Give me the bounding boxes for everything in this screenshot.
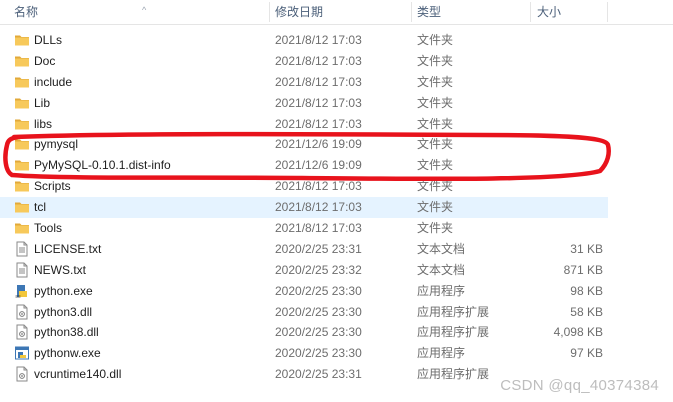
file-modified-date: 2020/2/25 23:30 <box>275 304 362 319</box>
file-type: 应用程序扩展 <box>417 367 490 382</box>
text-file-icon <box>14 262 30 278</box>
folder-icon <box>14 116 30 132</box>
file-list: DLLs 2021/8/12 17:03 文件夹 Doc 2021/8/12 17:03… <box>0 30 673 385</box>
column-header-type[interactable]: 类型 <box>411 0 530 24</box>
file-name: Lib <box>34 95 51 110</box>
file-type: 应用程序扩展 <box>417 304 490 319</box>
file-modified-date: 2020/2/25 23:30 <box>275 325 362 340</box>
column-header-bar: 名称 ^ 修改日期 类型 大小 <box>0 0 673 25</box>
watermark: CSDN @qq_40374384 <box>500 377 659 394</box>
file-row[interactable]: python3.dll 2020/2/25 23:30 应用程序扩展 58 KB <box>0 302 608 323</box>
python-exe-icon <box>14 283 30 299</box>
file-name: pythonw.exe <box>34 346 101 361</box>
file-type: 应用程序 <box>417 283 466 298</box>
file-name: python.exe <box>34 283 93 298</box>
file-row[interactable]: python.exe 2020/2/25 23:30 应用程序 98 KB <box>0 281 608 302</box>
file-modified-date: 2021/8/12 17:03 <box>275 221 362 236</box>
file-size: 98 KB <box>570 283 603 298</box>
file-size: 58 KB <box>570 304 603 319</box>
column-header-date-label: 修改日期 <box>275 5 324 19</box>
file-modified-date: 2020/2/25 23:31 <box>275 241 362 256</box>
file-type: 文本文档 <box>417 262 466 277</box>
folder-row[interactable]: include 2021/8/12 17:03 文件夹 <box>0 72 608 93</box>
column-header-size-label: 大小 <box>537 5 562 19</box>
file-size: 31 KB <box>570 241 603 256</box>
folder-row[interactable]: Lib 2021/8/12 17:03 文件夹 <box>0 93 608 114</box>
file-row[interactable]: pythonw.exe 2020/2/25 23:30 应用程序 97 KB <box>0 343 608 364</box>
file-name: python38.dll <box>34 325 99 340</box>
column-header-name[interactable]: 名称 ^ <box>8 0 271 24</box>
pythonw-exe-icon <box>14 345 30 361</box>
dll-file-icon <box>14 366 30 382</box>
folder-icon <box>14 74 30 90</box>
file-modified-date: 2020/2/25 23:31 <box>275 367 362 382</box>
column-header-size[interactable]: 大小 <box>531 0 607 24</box>
file-type: 文件夹 <box>417 95 454 110</box>
folder-row[interactable]: DLLs 2021/8/12 17:03 文件夹 <box>0 30 608 51</box>
sort-ascending-icon: ^ <box>142 5 147 15</box>
dll-file-icon <box>14 304 30 320</box>
file-size <box>530 30 603 51</box>
column-header-name-label: 名称 <box>14 5 39 19</box>
file-modified-date: 2020/2/25 23:32 <box>275 262 362 277</box>
file-name: Tools <box>34 221 63 236</box>
file-type: 应用程序 <box>417 346 466 361</box>
file-type: 文本文档 <box>417 241 466 256</box>
file-modified-date: 2021/8/12 17:03 <box>275 53 362 68</box>
file-name: python3.dll <box>34 304 93 319</box>
file-size: 871 KB <box>563 262 603 277</box>
file-size: 97 KB <box>570 346 603 361</box>
column-divider[interactable] <box>607 2 608 22</box>
file-type: 文件夹 <box>417 53 454 68</box>
file-name: Doc <box>34 53 56 68</box>
file-row[interactable]: LICENSE.txt 2020/2/25 23:31 文本文档 31 KB <box>0 239 608 260</box>
file-name: tcl <box>34 200 46 215</box>
file-size <box>530 197 603 218</box>
file-name: DLLs <box>34 33 63 47</box>
text-file-icon <box>14 241 30 257</box>
red-annotation-outline <box>3 131 611 182</box>
file-type: 应用程序扩展 <box>417 325 490 340</box>
file-type: 文件夹 <box>417 74 454 89</box>
folder-icon <box>14 199 30 215</box>
file-row[interactable]: python38.dll 2020/2/25 23:30 应用程序扩展 4,098 K… <box>0 322 608 343</box>
dll-file-icon <box>14 324 30 340</box>
file-size <box>530 72 603 93</box>
file-name: NEWS.txt <box>34 262 87 277</box>
file-type: 文件夹 <box>417 200 454 215</box>
folder-row[interactable]: Tools 2021/8/12 17:03 文件夹 <box>0 218 608 239</box>
column-header-type-label: 类型 <box>417 5 442 19</box>
folder-icon <box>14 32 30 48</box>
file-row[interactable]: NEWS.txt 2020/2/25 23:32 文本文档 871 KB <box>0 260 608 281</box>
file-modified-date: 2021/8/12 17:03 <box>275 74 362 89</box>
file-modified-date: 2020/2/25 23:30 <box>275 346 362 361</box>
folder-icon <box>14 53 30 69</box>
file-size <box>530 93 603 114</box>
file-type: 文件夹 <box>417 33 454 47</box>
file-size <box>530 218 603 239</box>
file-modified-date: 2020/2/25 23:30 <box>275 283 362 298</box>
folder-icon <box>14 95 30 111</box>
file-modified-date: 2021/8/12 17:03 <box>275 200 362 215</box>
file-name: LICENSE.txt <box>34 241 102 256</box>
folder-row[interactable]: Doc 2021/8/12 17:03 文件夹 <box>0 51 608 72</box>
file-modified-date: 2021/8/12 17:03 <box>275 95 362 110</box>
file-modified-date: 2021/8/12 17:03 <box>275 33 362 47</box>
file-name: include <box>34 74 73 89</box>
folder-icon <box>14 220 30 236</box>
file-size: 4,098 KB <box>553 325 603 340</box>
file-type: 文件夹 <box>417 221 454 236</box>
file-size <box>530 51 603 72</box>
column-header-date[interactable]: 修改日期 <box>269 0 411 24</box>
file-name: vcruntime140.dll <box>34 367 122 382</box>
folder-row[interactable]: tcl 2021/8/12 17:03 文件夹 <box>0 197 608 219</box>
